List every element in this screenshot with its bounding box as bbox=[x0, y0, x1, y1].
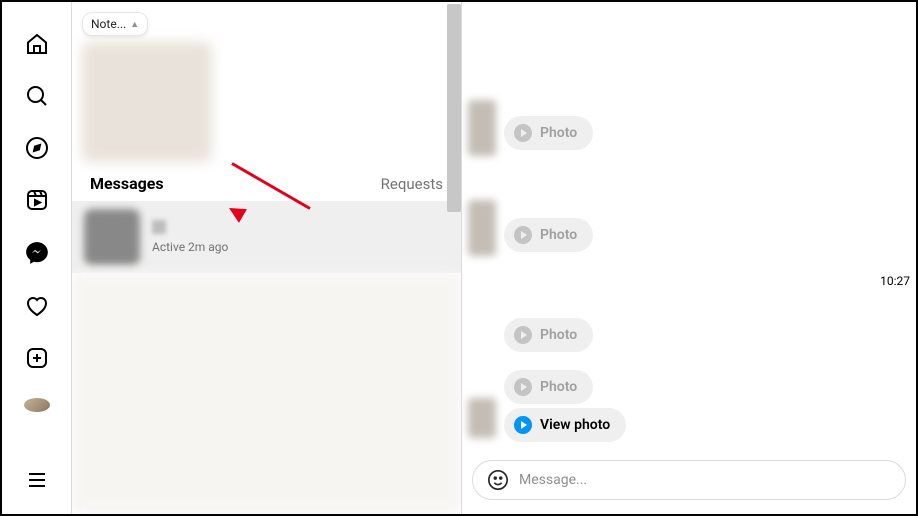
photo-message-expired[interactable]: Photo bbox=[504, 318, 593, 352]
note-label: Note... bbox=[91, 17, 126, 31]
play-icon bbox=[514, 326, 532, 344]
scrollbar[interactable] bbox=[447, 4, 461, 212]
message-timestamp: 10:27 bbox=[880, 274, 910, 288]
photo-message-expired[interactable]: Photo bbox=[504, 370, 593, 404]
message-sender-avatar bbox=[468, 100, 496, 156]
conversation-list-rest bbox=[72, 273, 461, 513]
notifications-icon[interactable] bbox=[24, 294, 50, 318]
search-icon[interactable] bbox=[24, 84, 50, 108]
conversation-item[interactable]: Active 2m ago bbox=[72, 201, 461, 273]
photo-message-label: Photo bbox=[540, 327, 577, 343]
photo-message-expired[interactable]: Photo bbox=[504, 218, 593, 252]
play-icon bbox=[514, 124, 532, 142]
your-story-avatar[interactable] bbox=[82, 42, 212, 162]
photo-message-label: Photo bbox=[540, 379, 577, 395]
photo-message-label: Photo bbox=[540, 125, 577, 141]
conversation-status: Active 2m ago bbox=[152, 240, 228, 254]
message-sender-avatar bbox=[468, 398, 496, 438]
play-icon bbox=[514, 226, 532, 244]
view-photo-label: View photo bbox=[540, 417, 610, 433]
play-icon bbox=[514, 378, 532, 396]
reels-icon[interactable] bbox=[24, 188, 50, 212]
chevron-up-icon: ▲ bbox=[130, 19, 139, 30]
menu-icon[interactable] bbox=[24, 468, 50, 492]
home-icon[interactable] bbox=[24, 32, 50, 56]
nav-rail bbox=[2, 2, 72, 514]
message-input[interactable] bbox=[519, 472, 891, 488]
messenger-icon[interactable] bbox=[24, 240, 50, 266]
message-sender-avatar bbox=[468, 200, 496, 256]
explore-icon[interactable] bbox=[24, 136, 50, 160]
conversation-name bbox=[152, 220, 166, 234]
photo-message-label: Photo bbox=[540, 227, 577, 243]
requests-link[interactable]: Requests bbox=[381, 175, 443, 193]
emoji-icon[interactable] bbox=[487, 469, 509, 491]
message-composer[interactable] bbox=[472, 460, 906, 500]
conversation-list-panel: Note... ▲ Messages Requests Active 2m ag… bbox=[72, 2, 462, 514]
profile-avatar[interactable] bbox=[24, 398, 50, 412]
note-card[interactable]: Note... ▲ bbox=[82, 12, 222, 162]
messages-heading: Messages bbox=[90, 174, 164, 193]
play-icon bbox=[514, 416, 532, 434]
create-icon[interactable] bbox=[24, 346, 50, 370]
chat-panel: Photo Photo Photo Photo View photo bbox=[462, 2, 916, 514]
photo-message-viewable[interactable]: View photo bbox=[504, 408, 626, 442]
photo-message-expired[interactable]: Photo bbox=[504, 116, 593, 150]
conversation-avatar bbox=[84, 209, 140, 265]
